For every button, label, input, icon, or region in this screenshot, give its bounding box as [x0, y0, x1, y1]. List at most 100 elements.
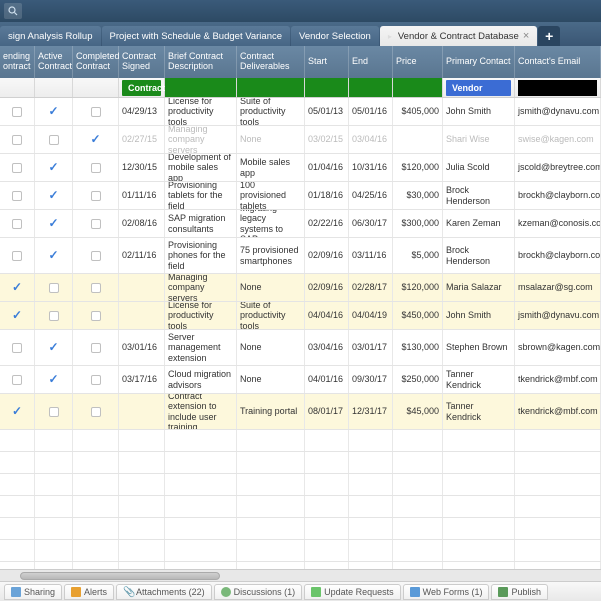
cell-end[interactable]: 03/11/16: [349, 238, 393, 273]
cell-signed[interactable]: 01/11/16: [119, 182, 165, 209]
cell-start[interactable]: 04/04/16: [305, 302, 349, 329]
checkbox[interactable]: [91, 375, 101, 385]
cell-completed[interactable]: [73, 330, 119, 365]
checkbox[interactable]: [12, 343, 22, 353]
table-row[interactable]: ✓ Contract extension to include user tra…: [0, 394, 601, 430]
table-row-empty[interactable]: [0, 496, 601, 518]
cell-signed[interactable]: 02/27/15: [119, 126, 165, 153]
table-row[interactable]: ✓ 03/01/16 Server management extension N…: [0, 330, 601, 366]
table-row[interactable]: ✓ 03/17/16 Cloud migration advisors None…: [0, 366, 601, 394]
header-start[interactable]: Start: [305, 46, 349, 78]
cell-deliv[interactable]: None: [237, 126, 305, 153]
cell-deliv[interactable]: Migrating legacy systems to SAP: [237, 210, 305, 237]
cell-active[interactable]: ✓: [35, 330, 73, 365]
cell-end[interactable]: 12/31/17: [349, 394, 393, 429]
cell-completed[interactable]: [73, 154, 119, 181]
table-row-empty[interactable]: [0, 430, 601, 452]
cell-desc[interactable]: Provisioning phones for the field: [165, 238, 237, 273]
header-active[interactable]: Active Contract: [35, 46, 73, 78]
checkmark-icon[interactable]: ✓: [48, 217, 58, 231]
checkbox[interactable]: [49, 135, 59, 145]
cell-end[interactable]: 04/04/19: [349, 302, 393, 329]
cell-signed[interactable]: [119, 394, 165, 429]
cell-signed[interactable]: 12/30/15: [119, 154, 165, 181]
cell-desc[interactable]: Contract extension to include user train…: [165, 394, 237, 429]
checkbox[interactable]: [49, 311, 59, 321]
cell-contact[interactable]: Tanner Kendrick: [443, 366, 515, 393]
cell-pending[interactable]: [0, 182, 35, 209]
table-row-empty[interactable]: [0, 452, 601, 474]
table-row[interactable]: ✓ Managing company servers None 02/09/16…: [0, 274, 601, 302]
cell-active[interactable]: [35, 302, 73, 329]
checkbox[interactable]: [91, 191, 101, 201]
cell-pending[interactable]: [0, 126, 35, 153]
cell-contact[interactable]: John Smith: [443, 98, 515, 125]
cell-price[interactable]: $120,000: [393, 154, 443, 181]
cell-price[interactable]: $5,000: [393, 238, 443, 273]
cell-price[interactable]: $300,000: [393, 210, 443, 237]
cell-email[interactable]: brockh@clayborn.com: [515, 182, 601, 209]
cell-signed[interactable]: [119, 302, 165, 329]
header-email[interactable]: Contact's Email: [515, 46, 601, 78]
scrollbar-thumb[interactable]: [20, 572, 220, 580]
tab-sign-analysis[interactable]: sign Analysis Rollup: [0, 26, 101, 46]
cell-pending[interactable]: [0, 98, 35, 125]
checkmark-icon[interactable]: ✓: [12, 405, 22, 419]
checkbox[interactable]: [49, 407, 59, 417]
checkmark-icon[interactable]: ✓: [48, 373, 58, 387]
table-row[interactable]: ✓ 02/27/15 Managing company servers None…: [0, 126, 601, 154]
checkbox[interactable]: [91, 343, 101, 353]
footer-discussions[interactable]: Discussions (1): [214, 584, 303, 600]
cell-completed[interactable]: [73, 274, 119, 301]
checkbox[interactable]: [91, 311, 101, 321]
checkbox[interactable]: [12, 107, 22, 117]
header-signed[interactable]: Contract Signed: [119, 46, 165, 78]
cell-pending[interactable]: [0, 154, 35, 181]
cell-email[interactable]: brockh@clayborn.com: [515, 238, 601, 273]
cell-start[interactable]: 01/18/16: [305, 182, 349, 209]
table-row[interactable]: ✓ 01/11/16 Provisioning tablets for the …: [0, 182, 601, 210]
cell-pending[interactable]: ✓: [0, 394, 35, 429]
cell-pending[interactable]: ✓: [0, 274, 35, 301]
footer-attachments[interactable]: 📎Attachments (22): [116, 584, 212, 600]
checkbox[interactable]: [91, 407, 101, 417]
header-contact[interactable]: Primary Contact: [443, 46, 515, 78]
horizontal-scrollbar[interactable]: [0, 569, 601, 581]
cell-end[interactable]: 10/31/16: [349, 154, 393, 181]
cell-completed[interactable]: [73, 394, 119, 429]
data-grid[interactable]: ✓ 04/29/13 License for productivity tool…: [0, 98, 601, 579]
cell-end[interactable]: 09/30/17: [349, 366, 393, 393]
cell-active[interactable]: ✓: [35, 210, 73, 237]
cell-contact[interactable]: Karen Zeman: [443, 210, 515, 237]
footer-publish[interactable]: Publish: [491, 584, 548, 600]
cell-completed[interactable]: [73, 182, 119, 209]
cell-deliv[interactable]: None: [237, 274, 305, 301]
cell-price[interactable]: $120,000: [393, 274, 443, 301]
cell-active[interactable]: [35, 126, 73, 153]
cell-email[interactable]: swise@kagen.com: [515, 126, 601, 153]
cell-desc[interactable]: Managing company servers: [165, 126, 237, 153]
footer-alerts[interactable]: Alerts: [64, 584, 114, 600]
cell-desc[interactable]: Managing company servers: [165, 274, 237, 301]
checkbox[interactable]: [91, 283, 101, 293]
cell-end[interactable]: 04/25/16: [349, 182, 393, 209]
header-end[interactable]: End: [349, 46, 393, 78]
cell-email[interactable]: jsmith@dynavu.com: [515, 302, 601, 329]
checkbox[interactable]: [12, 375, 22, 385]
cell-contact[interactable]: Stephen Brown: [443, 330, 515, 365]
checkbox[interactable]: [12, 191, 22, 201]
cell-end[interactable]: 05/01/16: [349, 98, 393, 125]
cell-pending[interactable]: ✓: [0, 302, 35, 329]
header-price[interactable]: Price: [393, 46, 443, 78]
cell-signed[interactable]: 04/29/13: [119, 98, 165, 125]
cell-deliv[interactable]: 75 provisioned smartphones: [237, 238, 305, 273]
table-row[interactable]: ✓ 02/11/16 Provisioning phones for the f…: [0, 238, 601, 274]
checkbox[interactable]: [12, 251, 22, 261]
table-row[interactable]: ✓ 02/08/16 SAP migration consultants Mig…: [0, 210, 601, 238]
cell-deliv[interactable]: Suite of productivity tools: [237, 302, 305, 329]
cell-contact[interactable]: John Smith: [443, 302, 515, 329]
cell-active[interactable]: [35, 274, 73, 301]
cell-contact[interactable]: Maria Salazar: [443, 274, 515, 301]
cell-deliv[interactable]: Training portal: [237, 394, 305, 429]
cell-desc[interactable]: License for productivity tools: [165, 98, 237, 125]
